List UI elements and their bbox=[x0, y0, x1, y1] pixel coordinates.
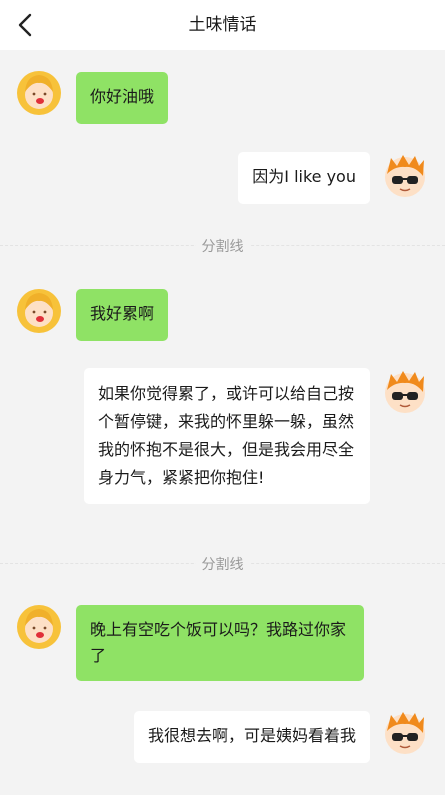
divider-text: 分割线 bbox=[195, 239, 250, 255]
girl-avatar-icon[interactable] bbox=[16, 604, 62, 650]
boy-avatar-icon[interactable] bbox=[382, 152, 428, 198]
boy-avatar-icon[interactable] bbox=[382, 368, 428, 414]
message-bubble-received: 我好累啊 bbox=[76, 289, 169, 341]
message-bubble-received: 晚上有空吃个饭可以吗？我路过你家了 bbox=[76, 605, 364, 681]
divider-label: 分割线 bbox=[0, 236, 445, 256]
boy-avatar-icon[interactable] bbox=[382, 709, 428, 755]
header: 土味情话 bbox=[0, 0, 445, 50]
message-bubble-sent: 因为I like you bbox=[238, 152, 370, 204]
message-bubble-sent: 我很想去啊，可是姨妈看着我 bbox=[133, 711, 370, 763]
page-title: 土味情话 bbox=[188, 15, 257, 35]
girl-avatar-icon[interactable] bbox=[16, 70, 62, 116]
message-bubble-received: 你好油哦 bbox=[76, 72, 169, 124]
divider-text: 分割线 bbox=[195, 557, 250, 573]
girl-avatar-icon[interactable] bbox=[16, 288, 62, 334]
message-bubble-sent: 如果你觉得累了，或许可以给自己按个暂停键，来我的怀里躲一躲，虽然我的怀抱不是很大… bbox=[84, 368, 370, 504]
divider-label: 分割线 bbox=[0, 554, 445, 574]
